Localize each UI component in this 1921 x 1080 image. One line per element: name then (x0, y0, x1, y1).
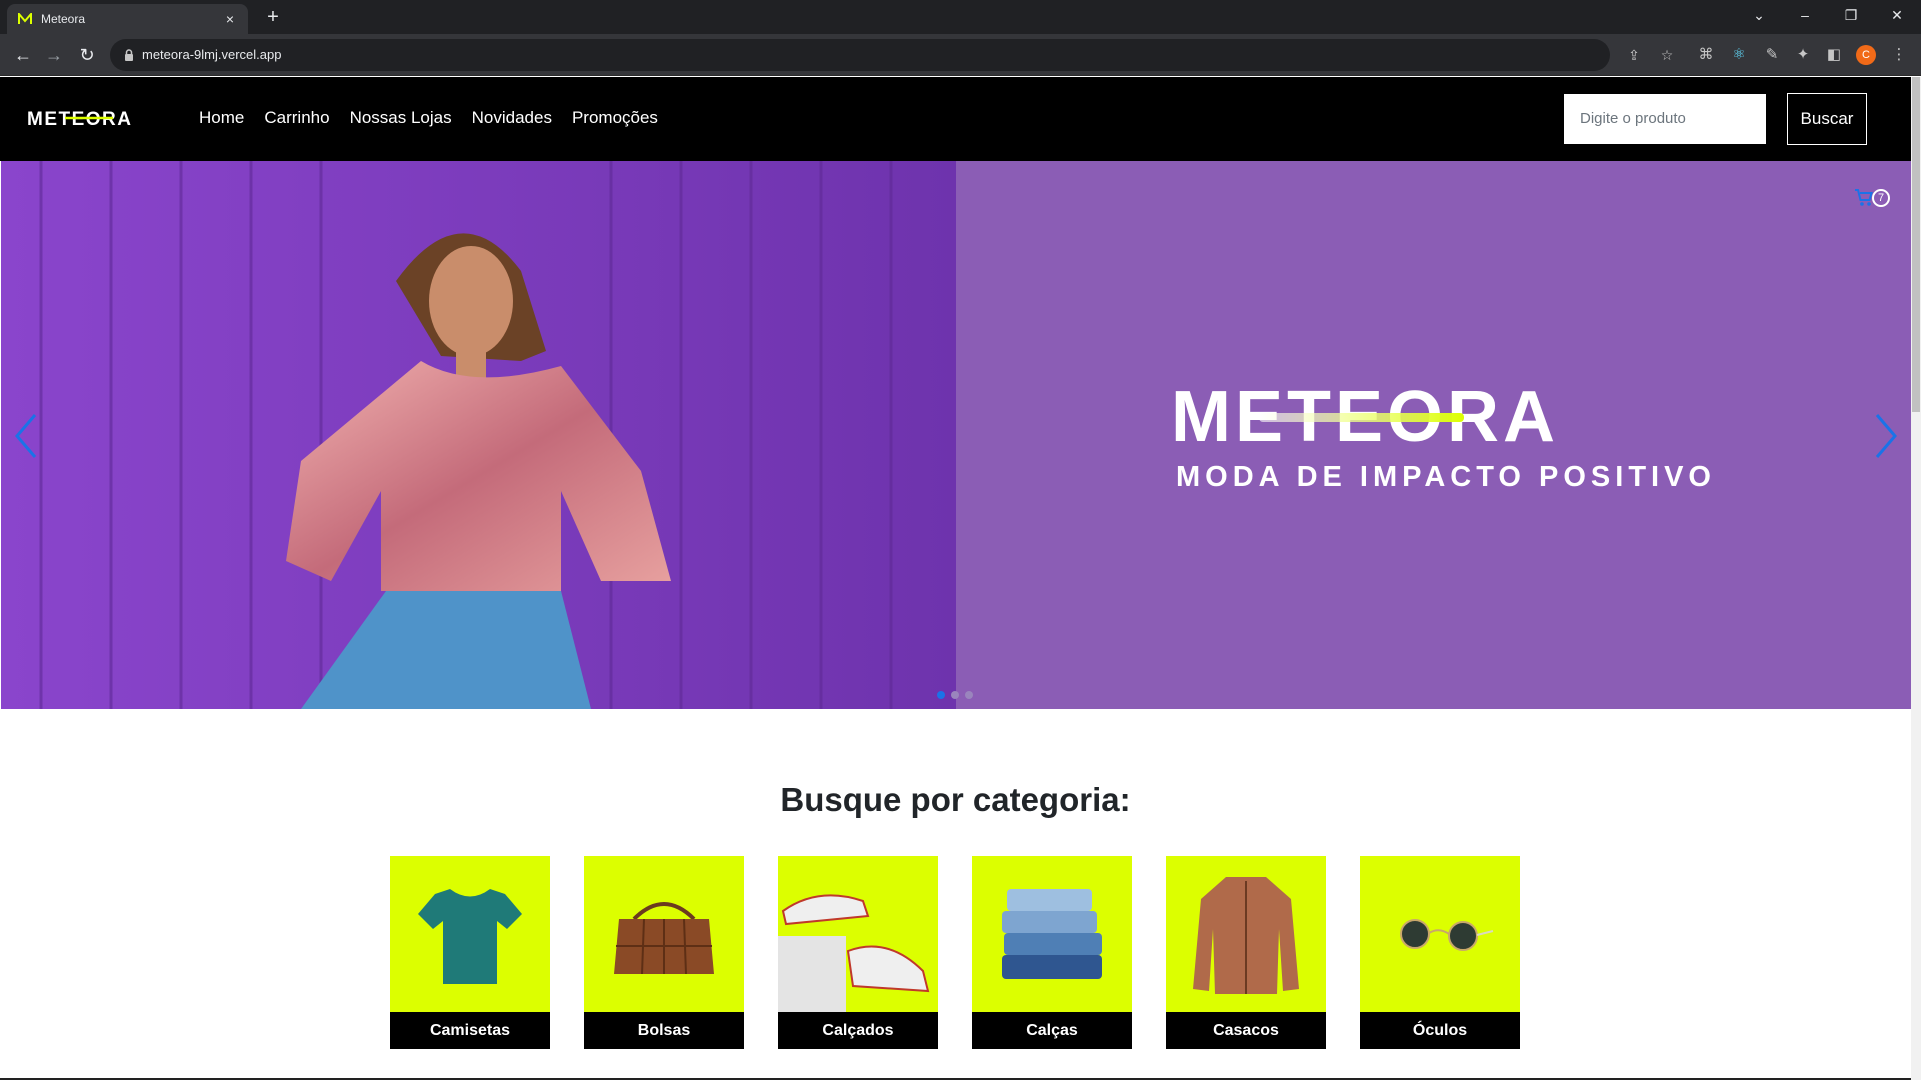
side-panel-icon[interactable]: ◧ (1823, 44, 1845, 66)
category-label: Calçados (778, 1012, 938, 1049)
sneakers-icon (778, 894, 930, 1012)
profile-avatar[interactable]: C (1856, 45, 1876, 65)
category-card-casacos[interactable]: Casacos (1166, 856, 1326, 1049)
close-window-icon[interactable]: ✕ (1874, 4, 1920, 26)
tab-title: Meteora (41, 12, 86, 26)
site-navbar: METEORA Home Carrinho Nossas Lojas Novid… (0, 77, 1911, 161)
nav-nossas-lojas[interactable]: Nossas Lojas (350, 108, 452, 128)
restore-icon[interactable]: ❐ (1828, 4, 1874, 26)
category-label: Calças (972, 1012, 1132, 1049)
nav-promocoes[interactable]: Promoções (572, 108, 658, 128)
carousel-indicators (937, 691, 973, 699)
lock-icon (125, 49, 133, 61)
tshirt-icon (418, 889, 522, 984)
address-bar: ← → ↻ meteora-9lmj.vercel.app ⇪ ☆ ⌘ ⚛ ✎ … (0, 34, 1921, 76)
nav-home[interactable]: Home (199, 108, 244, 128)
meteora-logo[interactable]: METEORA (27, 107, 155, 129)
kebab-menu-icon[interactable]: ⋮ (1888, 44, 1910, 66)
search-input[interactable]: Digite o produto (1564, 94, 1766, 144)
scrollbar-thumb[interactable] (1912, 77, 1920, 412)
sunglasses-icon (1400, 919, 1494, 951)
category-card-oculos[interactable]: Óculos (1360, 856, 1520, 1049)
category-label: Casacos (1166, 1012, 1326, 1049)
browser-tabbar: Meteora × + ⌄ – ❐ ✕ (0, 0, 1921, 34)
page-scrollbar[interactable] (1911, 77, 1921, 1080)
carousel-next-icon[interactable] (1871, 411, 1901, 461)
category-card-bolsas[interactable]: Bolsas (584, 856, 744, 1049)
react-devtools-icon[interactable]: ⚛ (1728, 44, 1750, 66)
meteora-favicon-icon (17, 11, 33, 27)
bookmark-star-icon[interactable]: ☆ (1658, 46, 1676, 64)
cart-icon (1855, 189, 1873, 206)
category-label: Camisetas (390, 1012, 550, 1049)
close-tab-icon[interactable]: × (222, 11, 238, 27)
omnibox[interactable]: meteora-9lmj.vercel.app ⇪ ☆ (110, 39, 1673, 71)
carousel-prev-icon[interactable] (11, 411, 41, 461)
reload-icon[interactable]: ↻ (76, 44, 98, 66)
browser-tab[interactable]: Meteora × (7, 4, 248, 34)
hero-brand-logo: METEORA (1171, 381, 1555, 451)
hero-carousel: METEORA MODA DE IMPACTO POSITIVO 7 (1, 161, 1911, 709)
category-heading: Busque por categoria: (780, 781, 1131, 818)
category-card-calcas[interactable]: Calças (972, 856, 1132, 1049)
extension-icon[interactable]: ⌘ (1695, 44, 1717, 66)
page-content: METEORA Home Carrinho Nossas Lojas Novid… (0, 77, 1911, 1080)
cart-count-badge: 7 (1872, 189, 1890, 207)
carousel-dot-2[interactable] (951, 691, 959, 699)
eyedropper-icon[interactable]: ✎ (1761, 44, 1783, 66)
category-card-calcados[interactable]: Calçados (778, 856, 938, 1049)
jeans-icon (1002, 889, 1102, 979)
hero-tagline: MODA DE IMPACTO POSITIVO (1176, 461, 1716, 493)
category-label: Óculos (1360, 1012, 1520, 1049)
category-grid: Camisetas Bolsas Calçados Calças Casacos… (390, 856, 1520, 1049)
carousel-dot-1[interactable] (937, 691, 945, 699)
hero-photo (1, 161, 956, 709)
minimize-icon[interactable]: – (1782, 4, 1828, 26)
new-tab-button[interactable]: + (262, 6, 284, 28)
category-label: Bolsas (584, 1012, 744, 1049)
nav-novidades[interactable]: Novidades (472, 108, 552, 128)
bag-icon (614, 902, 714, 975)
tab-search-icon[interactable]: ⌄ (1736, 4, 1782, 26)
puzzle-extensions-icon[interactable]: ✦ (1792, 44, 1814, 66)
search-button[interactable]: Buscar (1787, 93, 1867, 145)
cart-widget[interactable]: 7 (1854, 188, 1892, 212)
forward-icon[interactable]: → (43, 44, 65, 66)
nav-carrinho[interactable]: Carrinho (264, 108, 329, 128)
url-text: meteora-9lmj.vercel.app (142, 47, 282, 62)
carousel-dot-3[interactable] (965, 691, 973, 699)
category-card-camisetas[interactable]: Camisetas (390, 856, 550, 1049)
main-menu: Home Carrinho Nossas Lojas Novidades Pro… (199, 108, 658, 128)
back-icon[interactable]: ← (12, 44, 34, 66)
jacket-icon (1193, 877, 1299, 994)
share-icon[interactable]: ⇪ (1625, 46, 1643, 64)
